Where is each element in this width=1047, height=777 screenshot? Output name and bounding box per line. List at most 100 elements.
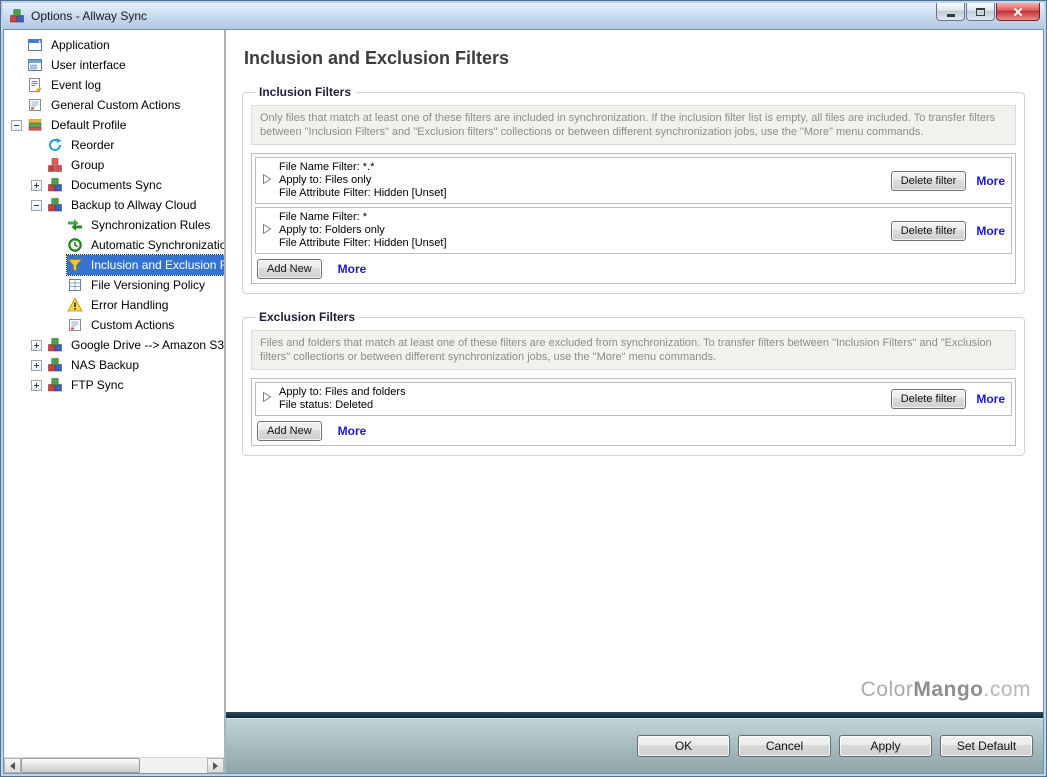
more-link[interactable]: More (976, 392, 1005, 406)
ok-button[interactable]: OK (637, 735, 730, 757)
tree-item-label: Backup to Allway Cloud (71, 198, 197, 212)
inclusion-filters-description: Only files that match at least one of th… (251, 105, 1016, 145)
tree-item-synchronization-rules[interactable]: Synchronization Rules (4, 215, 224, 235)
tree-item-label: Group (71, 158, 105, 172)
tree-item-general-custom-actions[interactable]: General Custom Actions (4, 95, 224, 115)
more-link[interactable]: More (976, 224, 1005, 238)
tree-item-nas-backup[interactable]: NAS Backup (4, 355, 224, 375)
expand-triangle-icon[interactable] (262, 390, 274, 408)
set-default-button[interactable]: Set Default (940, 735, 1033, 757)
tree-item-label: User interface (51, 58, 126, 72)
expand-expander-icon[interactable] (31, 379, 42, 391)
expand-expander-icon[interactable] (31, 179, 42, 191)
tree-item-label: Documents Sync (71, 178, 162, 192)
tree-item-file-versioning-policy[interactable]: File Versioning Policy (4, 275, 224, 295)
error-handling-icon (67, 297, 83, 313)
tree-item-label: Event log (51, 78, 102, 92)
filter-row[interactable]: Apply to: Files and folders File status:… (255, 382, 1012, 416)
filter-details: File Name Filter: *.* Apply to: Files on… (279, 161, 883, 200)
scroll-left-button[interactable] (4, 758, 21, 773)
add-new-row: Add New More (255, 257, 1012, 280)
scroll-right-icon (213, 761, 222, 770)
tree-item-application[interactable]: Application (4, 35, 224, 55)
horizontal-scrollbar[interactable] (4, 757, 224, 773)
tree-item-label: File Versioning Policy (91, 278, 206, 292)
tree-item-google-drive-amazon-s3[interactable]: Google Drive --> Amazon S3 (4, 335, 224, 355)
main-column: Inclusion and Exclusion Filters Inclusio… (226, 30, 1043, 773)
tree-item-label: Synchronization Rules (91, 218, 211, 232)
main-panel: Inclusion and Exclusion Filters Inclusio… (226, 30, 1043, 712)
application-icon (27, 37, 43, 53)
allway-sync-app-icon (9, 8, 25, 24)
scrollbar-thumb[interactable] (21, 758, 141, 773)
tree-item-label: Automatic Synchronization (91, 238, 224, 252)
tree-item-ftp-sync[interactable]: FTP Sync (4, 375, 224, 395)
tree-item-custom-actions[interactable]: Custom Actions (4, 315, 224, 335)
collapse-expander-icon[interactable] (11, 119, 22, 131)
tree-item-default-profile[interactable]: Default Profile (4, 115, 224, 135)
cancel-button[interactable]: Cancel (738, 735, 831, 757)
filter-line: File Name Filter: *.* (279, 161, 375, 173)
add-new-button[interactable]: Add New (257, 259, 322, 279)
tree-item-inclusion-and-exclusion-filters[interactable]: Inclusion and Exclusion Filters (4, 254, 224, 276)
exclusion-filters-legend: Exclusion Filters (259, 310, 356, 324)
add-new-button[interactable]: Add New (257, 421, 322, 441)
options-window: Options - Allway Sync Application User i… (0, 0, 1047, 777)
filter-icon (67, 257, 83, 273)
more-link[interactable]: More (338, 424, 367, 438)
scrollbar-track[interactable] (21, 758, 207, 773)
sync-job-icon (47, 377, 63, 393)
filter-line: File Attribute Filter: Hidden [Unset] (279, 237, 447, 249)
filter-row[interactable]: File Name Filter: * Apply to: Folders on… (255, 207, 1012, 254)
delete-filter-button[interactable]: Delete filter (890, 170, 967, 191)
collapse-expander-icon[interactable] (31, 199, 42, 211)
minimize-icon (946, 14, 955, 17)
tree-item-reorder[interactable]: Reorder (4, 135, 224, 155)
expand-expander-icon[interactable] (31, 359, 42, 371)
filter-line: File Attribute Filter: Hidden [Unset] (279, 187, 447, 199)
filter-line: Apply to: Files and folders (279, 386, 406, 398)
expand-expander-icon[interactable] (31, 339, 42, 351)
exclusion-filters-description: Files and folders that match at least on… (251, 330, 1016, 370)
window-title: Options - Allway Sync (31, 9, 148, 23)
close-button[interactable] (996, 3, 1040, 21)
maximize-button[interactable] (966, 3, 995, 21)
tree-item-label: NAS Backup (71, 358, 140, 372)
tree-item-documents-sync[interactable]: Documents Sync (4, 175, 224, 195)
tree-item-error-handling[interactable]: Error Handling (4, 295, 224, 315)
footer-bar: OK Cancel Apply Set Default (226, 718, 1043, 773)
tree-item-label: General Custom Actions (51, 98, 181, 112)
tree-item-event-log[interactable]: Event log (4, 75, 224, 95)
file-versioning-icon (67, 277, 83, 293)
apply-button[interactable]: Apply (839, 735, 932, 757)
exclusion-filter-list: Apply to: Files and folders File status:… (251, 378, 1016, 446)
add-new-row: Add New More (255, 419, 1012, 442)
tree-item-label: Reorder (71, 138, 115, 152)
sync-job-icon (47, 357, 63, 373)
minimize-button[interactable] (936, 3, 965, 21)
scroll-left-icon (6, 761, 15, 770)
filter-details: File Name Filter: * Apply to: Folders on… (279, 211, 883, 250)
scroll-right-button[interactable] (207, 758, 224, 773)
delete-filter-button[interactable]: Delete filter (890, 220, 967, 241)
filter-line: Apply to: Files only (279, 174, 372, 186)
filter-details: Apply to: Files and folders File status:… (279, 386, 883, 412)
tree-item-group[interactable]: Group (4, 155, 224, 175)
inclusion-filters-legend: Inclusion Filters (259, 85, 352, 99)
delete-filter-button[interactable]: Delete filter (890, 389, 967, 409)
reorder-icon (47, 137, 63, 153)
tree-item-automatic-synchronization[interactable]: Automatic Synchronization (4, 235, 224, 255)
tree-item-label: Error Handling (91, 298, 169, 312)
maximize-icon (976, 7, 985, 16)
tree-item-label: Application (51, 38, 110, 52)
expand-triangle-icon[interactable] (262, 172, 274, 190)
sync-job-icon (47, 337, 63, 353)
more-link[interactable]: More (338, 262, 367, 276)
sync-job-icon (47, 197, 63, 213)
expand-triangle-icon[interactable] (262, 222, 274, 240)
more-link[interactable]: More (976, 174, 1005, 188)
tree-item-backup-to-allway-cloud[interactable]: Backup to Allway Cloud (4, 195, 224, 215)
group-icon (47, 157, 63, 173)
tree-item-user-interface[interactable]: User interface (4, 55, 224, 75)
filter-row[interactable]: File Name Filter: *.* Apply to: Files on… (255, 157, 1012, 204)
